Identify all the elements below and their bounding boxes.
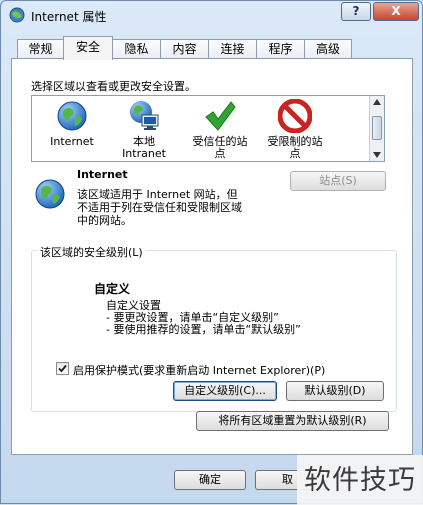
reset-all-zones-button[interactable]: 将所有区域重置为默认级别(R) xyxy=(196,411,389,431)
security-level-name: 自定义 xyxy=(94,282,131,296)
checkmark-icon xyxy=(58,364,67,373)
scroll-up-icon[interactable] xyxy=(373,99,381,105)
default-level-hint: - 要使用推荐的设置，请单击“默认级别” xyxy=(106,323,301,336)
internet-options-icon xyxy=(9,7,25,23)
green-check-icon xyxy=(205,101,236,131)
window-title: Internet 属性 xyxy=(31,10,107,24)
internet-properties-window: Internet 属性 ? X 常规 安全 隐私 内容 连接 程序 高级 选择区… xyxy=(0,0,423,505)
default-level-button[interactable]: 默认级别(D) xyxy=(286,381,384,401)
zone-select-heading: 选择区域以查看或更改安全设置。 xyxy=(31,80,196,93)
zone-item-trusted-sites[interactable]: 受信任的站 点 xyxy=(185,98,255,162)
scroll-thumb[interactable] xyxy=(372,116,382,140)
zone-label-restricted-line2: 点 xyxy=(289,147,301,160)
tab-security[interactable]: 安全 xyxy=(63,36,113,60)
zone-item-local-intranet[interactable]: 本地 Intranet xyxy=(112,98,176,162)
zone-list-scrollbar[interactable] xyxy=(369,96,384,161)
zone-label-intranet: Intranet xyxy=(122,147,166,160)
close-button[interactable]: X xyxy=(373,2,419,21)
protected-mode-label[interactable]: 启用保护模式(要求重新启动 Internet Explorer)(P) xyxy=(73,362,325,378)
tab-advanced[interactable]: 高级 xyxy=(304,39,352,59)
watermark-text: 软件技巧 xyxy=(304,465,416,496)
ok-button[interactable]: 确定 xyxy=(174,470,246,490)
local-intranet-icon xyxy=(130,101,159,130)
tab-connections[interactable]: 连接 xyxy=(208,39,257,59)
tab-general[interactable]: 常规 xyxy=(17,39,64,59)
zone-label-trusted-line2: 点 xyxy=(214,147,226,160)
title-bar[interactable]: Internet 属性 ? X xyxy=(1,1,422,31)
zone-description-line3: 中的网站。 xyxy=(77,214,132,227)
protected-mode-checkbox[interactable] xyxy=(56,362,69,375)
zone-label-internet: Internet xyxy=(50,135,94,148)
custom-level-button[interactable]: 自定义级别(C)... xyxy=(173,381,277,401)
selected-zone-globe-icon xyxy=(35,179,65,209)
globe-icon xyxy=(57,101,87,131)
zone-item-internet[interactable]: Internet xyxy=(37,98,107,154)
security-level-group-label: 该区域的安全级别(L) xyxy=(37,244,146,260)
tab-privacy[interactable]: 隐私 xyxy=(112,39,161,59)
sites-button[interactable]: 站点(S) xyxy=(290,171,386,191)
selected-zone-name: Internet xyxy=(77,168,128,181)
tab-programs[interactable]: 程序 xyxy=(256,39,305,59)
tab-content[interactable]: 内容 xyxy=(160,39,209,59)
restricted-icon xyxy=(278,99,312,133)
scroll-down-icon[interactable] xyxy=(373,152,381,158)
zone-item-restricted-sites[interactable]: 受限制的站 点 xyxy=(259,98,331,162)
help-button[interactable]: ? xyxy=(341,2,371,21)
